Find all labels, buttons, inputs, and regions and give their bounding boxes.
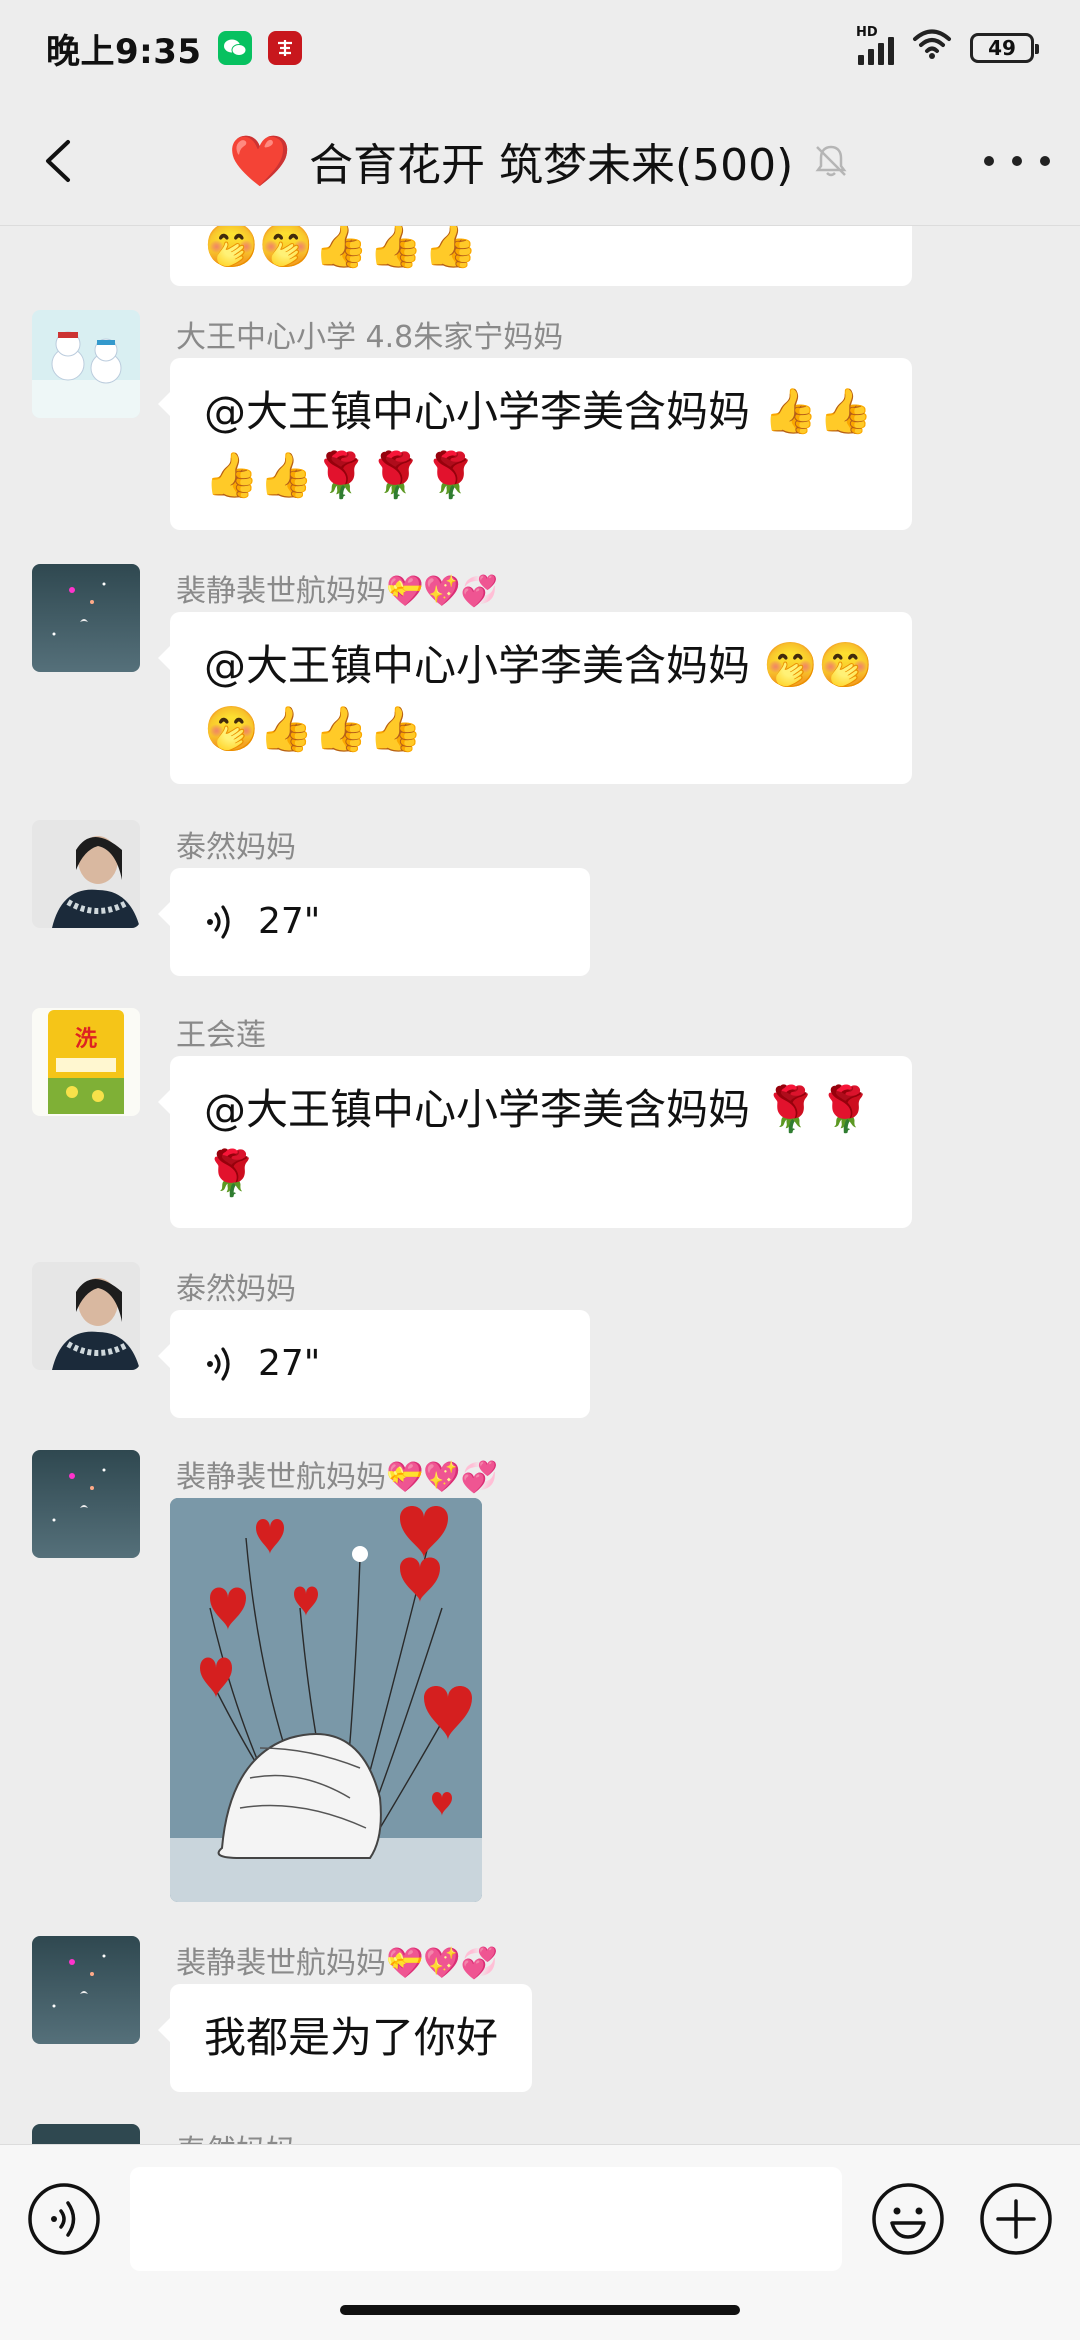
status-bar: 晚上9:35 HD 49	[0, 0, 1080, 96]
sender-name: 泰然妈妈	[176, 830, 296, 865]
sender-name: 大王中心小学 4.8朱家宁妈妈	[176, 320, 564, 355]
emoji-icon	[872, 2183, 944, 2255]
status-time: 晚上9:35	[46, 31, 202, 72]
voice-icon	[207, 905, 230, 939]
voice-duration: 27"	[258, 1343, 321, 1384]
avatar[interactable]	[32, 564, 140, 672]
chat-header: ❤️ 合育花开 筑梦未来(500)	[0, 96, 1080, 226]
chat-title: 合育花开 筑梦未来(500)	[308, 139, 794, 191]
home-indicator[interactable]	[340, 2305, 740, 2315]
wifi-icon	[912, 28, 952, 69]
message-text: @大王镇中心小学李美含妈妈	[204, 641, 751, 690]
message-text: @大王镇中心小学李美含妈妈	[204, 387, 751, 436]
voice-input-toggle-button[interactable]	[26, 2181, 102, 2257]
message-bubble[interactable]: 我都是为了你好	[157, 1984, 533, 2092]
message-list[interactable]: 🤭🤭👍👍👍 大王中心小学 4.8朱家宁妈妈 @大王镇中心小学李美含妈妈 👍👍👍👍…	[0, 226, 1080, 2144]
message-bubble[interactable]: @大王镇中心小学李美含妈妈 🤭🤭🤭👍👍👍	[158, 612, 912, 784]
avatar[interactable]	[32, 820, 140, 928]
message-bubble[interactable]: @大王镇中心小学李美含妈妈 🌹🌹🌹	[158, 1056, 912, 1228]
battery-level: 49	[988, 36, 1016, 60]
voice-icon	[207, 1347, 230, 1381]
voice-duration: 27"	[258, 901, 321, 942]
message-bubble[interactable]: @大王镇中心小学李美含妈妈 👍👍👍👍🌹🌹🌹	[158, 358, 912, 530]
voice-message-bubble[interactable]: 27"	[158, 868, 590, 976]
emoji-button[interactable]	[870, 2181, 946, 2257]
image-message[interactable]	[170, 1498, 482, 1902]
sender-name: 裴静裴世航妈妈💝💖💞	[176, 1946, 499, 1981]
avatar[interactable]	[32, 1450, 140, 1558]
cellular-signal-icon: HD	[856, 25, 894, 65]
bell-off-icon	[815, 145, 847, 176]
message-text: @大王镇中心小学李美含妈妈	[204, 1085, 751, 1134]
sender-name: 王会莲	[176, 1018, 266, 1053]
message-bubble[interactable]: 🤭🤭👍👍👍	[170, 226, 912, 286]
message-text: 我都是为了你好	[204, 2013, 499, 2062]
heart-icon: ❤️	[228, 131, 291, 190]
wechat-notification-icon	[217, 31, 252, 65]
avatar[interactable]	[32, 310, 140, 418]
more-options-button[interactable]	[984, 146, 1050, 176]
chat-title-area[interactable]: ❤️ 合育花开 筑梦未来(500)	[0, 96, 1080, 225]
avatar[interactable]	[32, 1262, 140, 1370]
emoji-sequence: 🤭🤭👍👍👍	[204, 226, 478, 271]
voice-message-bubble[interactable]: 27"	[158, 1310, 590, 1418]
sender-name: 泰然妈妈	[176, 2126, 296, 2144]
avatar[interactable]	[32, 1936, 140, 2044]
more-icon	[984, 156, 994, 166]
avatar[interactable]: 洗	[32, 1008, 140, 1116]
sender-name: 裴静裴世航妈妈💝💖💞	[176, 1460, 499, 1495]
study-app-notification-icon	[267, 31, 302, 65]
more-functions-button[interactable]	[978, 2181, 1054, 2257]
sender-name: 裴静裴世航妈妈💝💖💞	[176, 574, 499, 609]
plus-icon	[980, 2183, 1052, 2255]
sender-name: 泰然妈妈	[176, 1272, 296, 1307]
svg-text:洗: 洗	[75, 1027, 97, 1052]
network-type-label: HD	[856, 25, 878, 40]
message-input[interactable]	[130, 2167, 842, 2271]
battery-icon: 49	[970, 33, 1039, 63]
voice-icon	[28, 2183, 100, 2255]
avatar[interactable]	[32, 2124, 140, 2144]
